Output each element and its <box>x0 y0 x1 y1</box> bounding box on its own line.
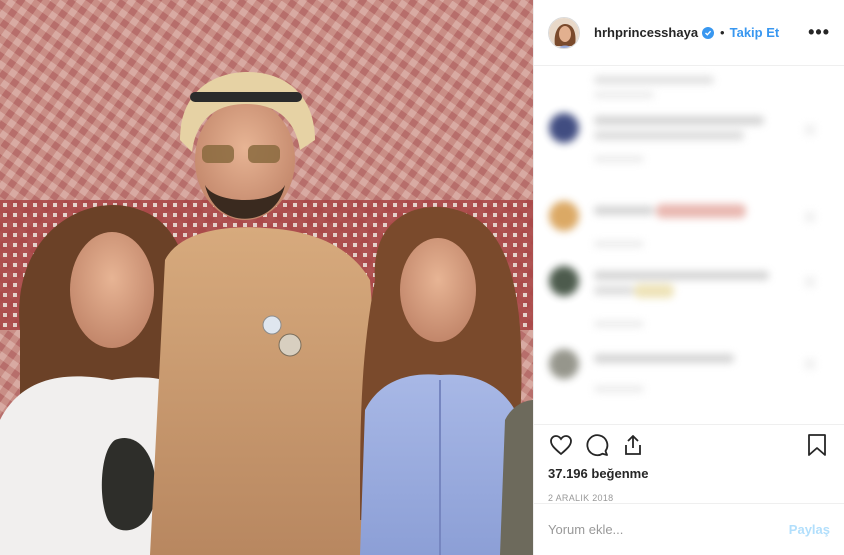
blurred-comments <box>549 76 816 392</box>
instagram-post-view: hrhprincesshaya • Takip Et ••• 37.196 be… <box>0 0 844 555</box>
comment-icon[interactable] <box>584 432 610 458</box>
share-icon[interactable] <box>620 432 646 458</box>
avatar-image <box>549 17 579 48</box>
avatar[interactable] <box>548 16 580 49</box>
post-photo[interactable] <box>0 0 533 555</box>
post-side-panel: hrhprincesshaya • Takip Et ••• 37.196 be… <box>533 0 844 555</box>
verified-badge-icon <box>702 26 715 39</box>
post-photo-image <box>0 0 533 555</box>
like-count[interactable]: 37.196 beğenme <box>534 464 844 484</box>
comment-form: Paylaş <box>534 503 844 555</box>
more-options-button[interactable]: ••• <box>808 22 830 43</box>
action-bar <box>534 424 844 464</box>
separator-dot: • <box>720 25 725 40</box>
follow-button[interactable]: Takip Et <box>730 25 780 40</box>
comment-input[interactable] <box>548 522 789 537</box>
comments-list[interactable] <box>534 66 844 424</box>
post-header: hrhprincesshaya • Takip Et ••• <box>534 0 844 66</box>
post-comment-button[interactable]: Paylaş <box>789 522 830 537</box>
username[interactable]: hrhprincesshaya <box>594 25 698 40</box>
bookmark-icon[interactable] <box>804 432 830 458</box>
heart-icon[interactable] <box>548 432 574 458</box>
